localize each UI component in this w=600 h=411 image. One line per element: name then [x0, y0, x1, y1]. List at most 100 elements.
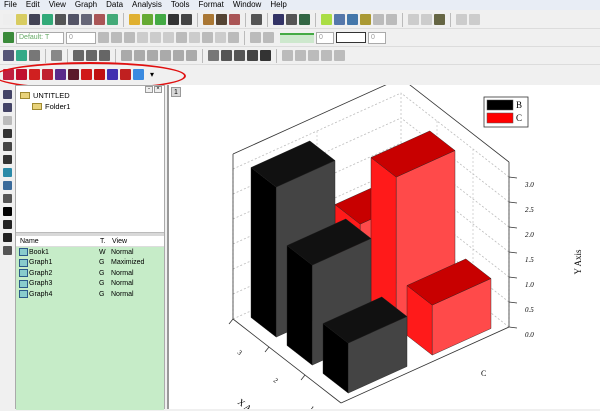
axes-corner-icon[interactable] — [173, 50, 184, 61]
legend-icon[interactable] — [208, 50, 219, 61]
new-function-icon[interactable] — [81, 14, 92, 25]
list-item[interactable]: Book1 W Normal — [16, 247, 164, 258]
list-item[interactable]: Graph3 G Normal — [16, 279, 164, 290]
save-template-icon[interactable] — [181, 14, 192, 25]
copy-icon[interactable] — [421, 14, 432, 25]
axes-corner2-icon[interactable] — [186, 50, 197, 61]
line-spacing-icon[interactable] — [215, 32, 226, 43]
data-reader-icon[interactable] — [2, 142, 12, 151]
menu-edit[interactable]: Edit — [26, 0, 40, 10]
underline-icon[interactable] — [124, 32, 135, 43]
rectangle-tool-icon[interactable] — [2, 246, 12, 255]
add-layer-icon[interactable] — [73, 50, 84, 61]
font-dropdown[interactable]: Default: T — [16, 31, 64, 44]
results-log-icon[interactable] — [321, 14, 332, 25]
menu-file[interactable]: File — [4, 0, 17, 10]
menu-window[interactable]: Window — [233, 0, 261, 10]
fill-color-icon[interactable] — [250, 32, 261, 43]
zoom-out-icon[interactable] — [16, 50, 27, 61]
mask-icon[interactable] — [2, 181, 12, 190]
duplicate-icon[interactable] — [456, 14, 467, 25]
pointer-icon[interactable] — [2, 90, 12, 99]
object-4-icon[interactable] — [321, 50, 332, 61]
object-1-icon[interactable] — [282, 50, 293, 61]
menu-help[interactable]: Help — [270, 0, 286, 10]
color-scale-icon[interactable] — [221, 50, 232, 61]
screen-reader-icon[interactable] — [2, 129, 12, 138]
border-color-box[interactable] — [336, 32, 366, 43]
line-tool-icon[interactable] — [2, 233, 12, 242]
layer-tab[interactable]: 1 — [171, 87, 181, 97]
axes-u-icon[interactable] — [147, 50, 158, 61]
script-icon[interactable] — [286, 14, 297, 25]
minimize-button[interactable]: - — [145, 86, 153, 93]
tree-folder1[interactable]: Folder1 — [20, 101, 160, 112]
object-5-icon[interactable] — [334, 50, 345, 61]
paste-icon[interactable] — [434, 14, 445, 25]
axes-l-icon[interactable] — [121, 50, 132, 61]
menu-format[interactable]: Format — [199, 0, 224, 10]
menu-tools[interactable]: Tools — [171, 0, 190, 10]
print-icon[interactable] — [251, 14, 262, 25]
bold-icon[interactable] — [98, 32, 109, 43]
decrease-font-icon[interactable] — [189, 32, 200, 43]
new-graph-icon[interactable] — [55, 14, 66, 25]
data-selector-icon[interactable] — [2, 155, 12, 164]
menu-view[interactable]: View — [49, 0, 66, 10]
whole-page-icon[interactable] — [29, 50, 40, 61]
import-multi-icon[interactable] — [216, 14, 227, 25]
text-tool-icon[interactable] — [2, 207, 12, 216]
axes-frame-icon[interactable] — [160, 50, 171, 61]
rescale-icon[interactable] — [51, 50, 62, 61]
pattern-dropdown[interactable]: 0 — [368, 31, 386, 44]
zoom-icon[interactable] — [2, 103, 12, 112]
object-2-icon[interactable] — [295, 50, 306, 61]
import-ascii-icon[interactable] — [203, 14, 214, 25]
save-project-icon[interactable] — [168, 14, 179, 25]
new-folder-icon[interactable] — [16, 14, 27, 25]
zoom-disabled-icon[interactable] — [2, 116, 12, 125]
rotate-icon[interactable] — [386, 14, 397, 25]
font-color-icon[interactable] — [228, 32, 239, 43]
list-item[interactable]: Graph2 G Normal — [16, 268, 164, 279]
refresh-icon[interactable] — [273, 14, 284, 25]
align-icon[interactable] — [202, 32, 213, 43]
new-workbook-icon[interactable] — [29, 14, 40, 25]
col-view[interactable]: View — [112, 238, 127, 245]
draw-data-icon[interactable] — [2, 168, 12, 177]
new-excel-icon[interactable] — [42, 14, 53, 25]
import-wizard-icon[interactable] — [229, 14, 240, 25]
axes-box-icon[interactable] — [134, 50, 145, 61]
object-3-icon[interactable] — [308, 50, 319, 61]
project-explorer-icon[interactable] — [299, 14, 310, 25]
col-name[interactable]: Name — [20, 238, 100, 245]
line-style-dropdown[interactable] — [280, 32, 314, 43]
cut-icon[interactable] — [408, 14, 419, 25]
menu-data[interactable]: Data — [106, 0, 123, 10]
region-icon[interactable] — [2, 194, 12, 203]
timestamp-icon[interactable] — [247, 50, 258, 61]
new-project-icon[interactable] — [3, 14, 14, 25]
code-builder-icon[interactable] — [347, 14, 358, 25]
layers-2-icon[interactable] — [86, 50, 97, 61]
close-button[interactable]: × — [154, 86, 162, 93]
menu-graph[interactable]: Graph — [75, 0, 97, 10]
layer-icon[interactable] — [469, 14, 480, 25]
open-excel-icon[interactable] — [155, 14, 166, 25]
menu-analysis[interactable]: Analysis — [132, 0, 162, 10]
italic-icon[interactable] — [111, 32, 122, 43]
toolbar-icon[interactable] — [360, 14, 371, 25]
tree-root[interactable]: UNTITLED — [20, 90, 160, 101]
open-icon[interactable] — [129, 14, 140, 25]
new-notes-icon[interactable] — [107, 14, 118, 25]
list-item[interactable]: Graph1 G Maximized — [16, 258, 164, 269]
line-width-dropdown[interactable]: 0 — [316, 31, 334, 44]
add-column-icon[interactable] — [373, 14, 384, 25]
layer-info-icon[interactable] — [234, 50, 245, 61]
command-window-icon[interactable] — [334, 14, 345, 25]
greek-icon[interactable] — [163, 32, 174, 43]
line-color-icon[interactable] — [263, 32, 274, 43]
superscript-icon[interactable] — [137, 32, 148, 43]
zoom-in-icon[interactable] — [3, 50, 14, 61]
layers-4-icon[interactable] — [99, 50, 110, 61]
